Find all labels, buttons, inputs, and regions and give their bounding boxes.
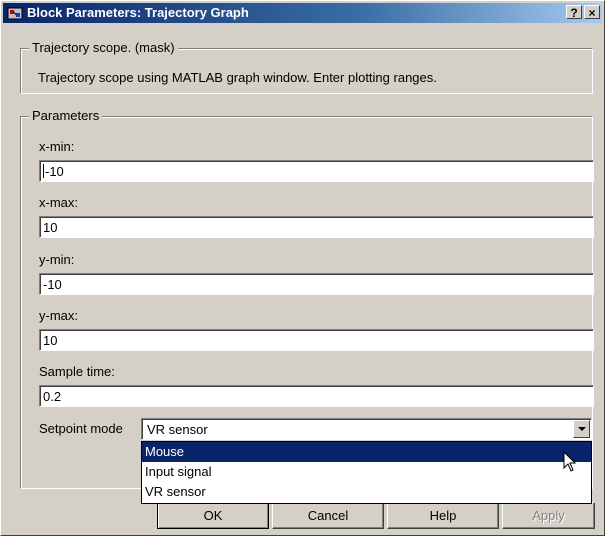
- cancel-button-label: Cancel: [307, 508, 349, 523]
- mask-description: Trajectory scope using MATLAB graph wind…: [38, 70, 437, 85]
- setpoint-mode-dropdown-list: Mouse Input signal VR sensor: [141, 441, 592, 504]
- title-bar[interactable]: Block Parameters: Trajectory Graph ? ×: [3, 3, 602, 23]
- y-max-label: y-max:: [39, 308, 78, 323]
- setpoint-mode-select[interactable]: VR sensor: [141, 418, 592, 440]
- cancel-button[interactable]: Cancel: [272, 502, 384, 529]
- dropdown-option-vr-sensor[interactable]: VR sensor: [142, 482, 591, 502]
- help-title-button[interactable]: ?: [566, 5, 582, 20]
- sample-time-input[interactable]: 0.2: [39, 385, 594, 407]
- y-max-input[interactable]: 10: [39, 329, 594, 351]
- x-max-value: 10: [43, 220, 58, 235]
- chevron-down-icon: [578, 427, 586, 431]
- x-min-input[interactable]: -10: [39, 160, 594, 182]
- help-button[interactable]: Help: [387, 502, 499, 529]
- x-min-label: x-min:: [39, 139, 75, 154]
- dropdown-option-mouse[interactable]: Mouse: [142, 442, 591, 462]
- setpoint-mode-label: Setpoint mode: [39, 421, 123, 436]
- x-max-label: x-max:: [39, 195, 78, 210]
- y-min-value: -10: [43, 277, 62, 292]
- mask-group-label: Trajectory scope. (mask): [29, 40, 178, 55]
- x-min-value: -10: [45, 164, 64, 179]
- y-min-label: y-min:: [39, 252, 75, 267]
- parameters-group-label: Parameters: [29, 108, 103, 123]
- sample-time-label: Sample time:: [39, 364, 115, 379]
- ok-button-label: OK: [203, 508, 223, 523]
- window-title: Block Parameters: Trajectory Graph: [27, 5, 249, 20]
- dropdown-option-input-signal[interactable]: Input signal: [142, 462, 591, 482]
- ok-button[interactable]: OK: [157, 502, 269, 529]
- setpoint-mode-value: VR sensor: [147, 422, 208, 437]
- close-button[interactable]: ×: [584, 5, 600, 20]
- y-max-value: 10: [43, 333, 58, 348]
- text-caret: [43, 164, 44, 178]
- simulink-block-icon: [7, 5, 23, 21]
- apply-button[interactable]: Apply: [502, 502, 595, 529]
- help-button-label: Help: [429, 508, 457, 523]
- sample-time-value: 0.2: [43, 389, 62, 404]
- dropdown-button[interactable]: [573, 420, 590, 438]
- y-min-input[interactable]: -10: [39, 273, 594, 295]
- block-parameters-dialog: Block Parameters: Trajectory Graph ? × T…: [0, 0, 605, 536]
- apply-button-label: Apply: [532, 508, 565, 523]
- mouse-pointer-icon: [563, 450, 577, 476]
- x-max-input[interactable]: 10: [39, 216, 594, 238]
